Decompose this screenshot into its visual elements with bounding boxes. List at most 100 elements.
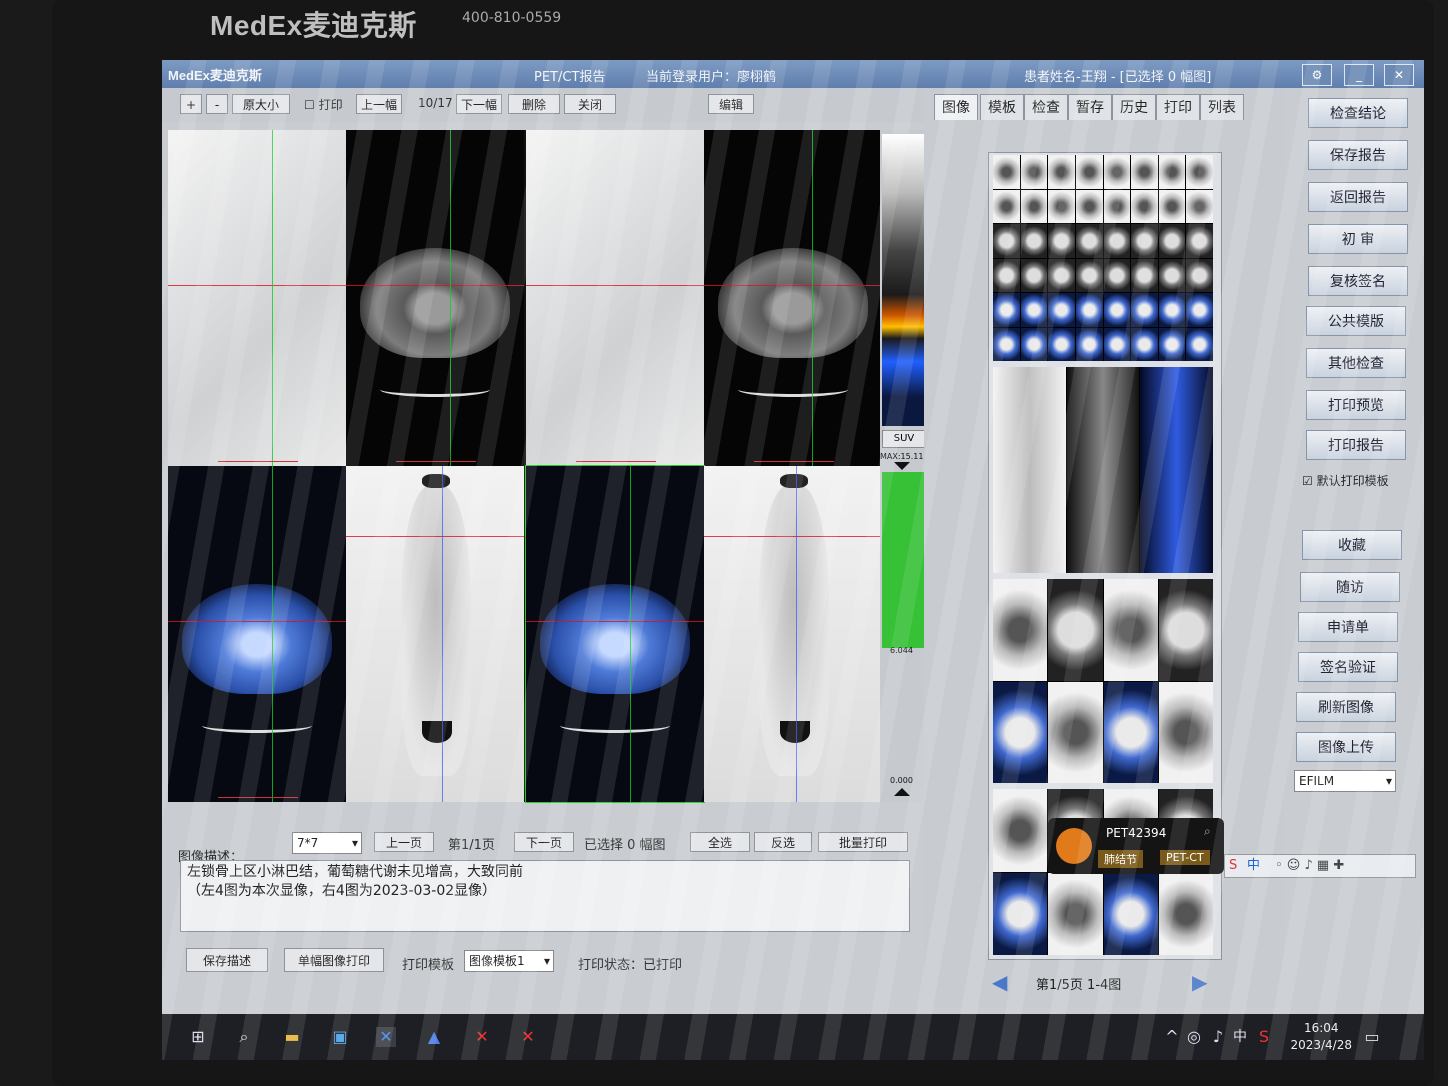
- description-textarea[interactable]: 左锁骨上区小淋巴结，葡萄糖代谢未见增高，大致同前 （左4图为本次显像，右4图为2…: [180, 860, 910, 932]
- print-preview-button[interactable]: 打印预览: [1306, 390, 1406, 420]
- close-button[interactable]: 关闭: [564, 94, 616, 114]
- efilm-select[interactable]: EFILM ▾: [1294, 770, 1396, 792]
- next-image-button[interactable]: 下一幅: [456, 94, 502, 114]
- description-toolbar: 7*7 ▾ 上一页 第1/1页 下一页 已选择 0 幅图 全选 反选 批量打印: [168, 826, 918, 856]
- suv-min-bottom: 0.000: [890, 776, 913, 785]
- notification-icon[interactable]: ▭: [1362, 1027, 1382, 1047]
- popup-tag-nodule[interactable]: 肺结节: [1098, 850, 1143, 868]
- tab-exams[interactable]: 检查: [1024, 94, 1068, 120]
- window-bottom-handle[interactable]: [894, 788, 910, 796]
- zoom-out-button[interactable]: -: [206, 94, 228, 114]
- edit-button[interactable]: 编辑: [708, 94, 754, 114]
- zoom-in-button[interactable]: +: [180, 94, 202, 114]
- patient-info: 患者姓名-王翔 - [已选择 0 幅图]: [1024, 70, 1212, 85]
- chart-app-icon[interactable]: ▲: [424, 1027, 444, 1047]
- close-icon[interactable]: ✕: [1384, 64, 1414, 86]
- efilm-select-value: EFILM: [1299, 774, 1335, 788]
- select-all-button[interactable]: 全选: [690, 832, 750, 852]
- prev-page-arrow-icon[interactable]: ◀: [992, 970, 1007, 994]
- layout-select[interactable]: 7*7 ▾: [292, 832, 362, 854]
- color-scale-gradient: [882, 134, 926, 426]
- thumbnail-body-series-1[interactable]: [993, 579, 1213, 783]
- request-form-button[interactable]: 申请单: [1298, 612, 1398, 642]
- exam-conclusion-button[interactable]: 检查结论: [1308, 98, 1408, 128]
- tab-templates[interactable]: 模板: [980, 94, 1024, 120]
- x-app-icon[interactable]: ✕: [472, 1027, 492, 1047]
- save-report-button[interactable]: 保存报告: [1308, 140, 1408, 170]
- viewport-ct-white-1[interactable]: [168, 130, 346, 466]
- layout-select-value: 7*7: [297, 836, 319, 850]
- ime-toolbar[interactable]: S 中 ◦ ☺ ♪ ▦ ✚: [1224, 854, 1416, 878]
- popup-id: PET42394: [1106, 826, 1167, 840]
- print-checkbox[interactable]: ☐ 打印: [304, 96, 343, 113]
- popup-tag-petct[interactable]: PET-CT: [1160, 850, 1210, 865]
- clock[interactable]: 16:04 2023/4/28: [1290, 1020, 1352, 1054]
- ime-language: 中: [1247, 858, 1261, 873]
- viewport-mip-2[interactable]: [704, 466, 882, 802]
- tab-images[interactable]: 图像: [934, 94, 978, 120]
- print-status: 打印状态：已打印: [578, 958, 683, 973]
- single-print-button[interactable]: 单幅图像打印: [284, 948, 384, 972]
- folder-icon[interactable]: ▬: [282, 1027, 302, 1047]
- prev-page-button[interactable]: 上一页: [374, 832, 434, 852]
- network-icon[interactable]: ◎: [1184, 1027, 1204, 1047]
- viewport-fusion-1[interactable]: [168, 466, 346, 802]
- viewport-mip-1[interactable]: [346, 466, 524, 802]
- default-template-label: 默认打印模板: [1316, 474, 1389, 488]
- bottom-toolbar: 保存描述 单幅图像打印 打印模板 图像模板1 ▾ 打印状态：已打印: [168, 944, 918, 974]
- refresh-images-button[interactable]: 刷新图像: [1296, 692, 1396, 722]
- tab-list[interactable]: 列表: [1200, 94, 1244, 120]
- windows-start-icon[interactable]: ⊞: [188, 1027, 208, 1047]
- upload-images-button[interactable]: 图像上传: [1296, 732, 1396, 762]
- return-report-button[interactable]: 返回报告: [1308, 182, 1408, 212]
- patient-popup[interactable]: PET42394 ⌕ 肺结节 PET-CT: [1048, 818, 1224, 874]
- tab-temp-save[interactable]: 暂存: [1068, 94, 1112, 120]
- other-exams-button[interactable]: 其他检查: [1306, 348, 1406, 378]
- image-grid: [168, 130, 884, 803]
- tab-print[interactable]: 打印: [1156, 94, 1200, 120]
- volume-icon[interactable]: ♪: [1208, 1027, 1228, 1047]
- app-icon[interactable]: ▣: [330, 1027, 350, 1047]
- prev-image-button[interactable]: 上一幅: [356, 94, 402, 114]
- suv-min-top: 6.044: [890, 646, 913, 655]
- search-icon[interactable]: ⌕: [234, 1027, 254, 1047]
- follow-up-button[interactable]: 随访: [1300, 572, 1400, 602]
- medex-app-icon[interactable]: ✕: [376, 1027, 396, 1047]
- window-top-handle[interactable]: [894, 462, 910, 470]
- template-select[interactable]: 图像模板1 ▾: [464, 950, 554, 972]
- tray-up-icon[interactable]: ^: [1162, 1027, 1182, 1047]
- viewport-ct-white-2[interactable]: [526, 130, 704, 466]
- favorite-button[interactable]: 收藏: [1302, 530, 1402, 560]
- ime-logo-icon: S: [1229, 858, 1238, 873]
- print-report-button[interactable]: 打印报告: [1306, 430, 1406, 460]
- next-page-button[interactable]: 下一页: [514, 832, 574, 852]
- suv-button[interactable]: SUV: [882, 430, 926, 448]
- login-user: 当前登录用户：廖栩鹤: [646, 70, 777, 85]
- settings-icon[interactable]: ⚙: [1302, 64, 1332, 86]
- sogou-icon[interactable]: S: [1254, 1027, 1274, 1047]
- save-description-button[interactable]: 保存描述: [186, 948, 268, 972]
- thumbnail-page-info: 第1/5页 1-4图: [1036, 978, 1122, 993]
- viewport-ct-axial-1[interactable]: [346, 130, 524, 466]
- minimize-icon[interactable]: _: [1344, 64, 1374, 86]
- window-level-bar[interactable]: [882, 472, 926, 648]
- search-icon[interactable]: ⌕: [1204, 824, 1211, 839]
- invert-select-button[interactable]: 反选: [754, 832, 812, 852]
- public-template-button[interactable]: 公共模版: [1306, 306, 1406, 336]
- delete-button[interactable]: 删除: [508, 94, 560, 114]
- initial-review-button[interactable]: 初 审: [1308, 224, 1408, 254]
- next-page-arrow-icon[interactable]: ▶: [1192, 970, 1207, 994]
- original-size-button[interactable]: 原大小: [232, 94, 290, 114]
- thumbnail-brain-series[interactable]: [993, 155, 1213, 361]
- signature-verify-button[interactable]: 签名验证: [1298, 652, 1398, 682]
- image-counter: 10/17: [418, 96, 453, 110]
- review-sign-button[interactable]: 复核签名: [1308, 266, 1408, 296]
- taskbar-ime[interactable]: 中: [1230, 1027, 1250, 1047]
- default-template-checkbox[interactable]: ☑ 默认打印模板: [1302, 472, 1389, 489]
- viewport-ct-axial-2[interactable]: [704, 130, 882, 466]
- x-app-icon-2[interactable]: ✕: [518, 1027, 538, 1047]
- batch-print-button[interactable]: 批量打印: [818, 832, 908, 852]
- viewport-fusion-2[interactable]: [525, 465, 705, 803]
- tab-history[interactable]: 历史: [1112, 94, 1156, 120]
- thumbnail-sagittal-series[interactable]: [993, 367, 1213, 573]
